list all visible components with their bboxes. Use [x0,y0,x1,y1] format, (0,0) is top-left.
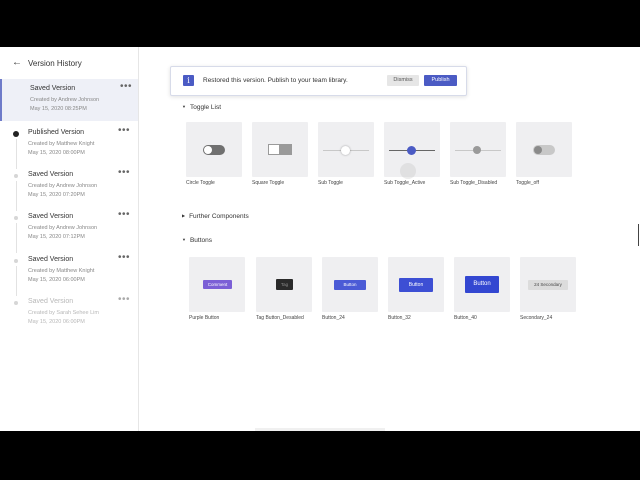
toggle-off-preview [533,145,555,155]
version-author: Created by Sarah Sehee Lim [28,310,99,316]
version-item[interactable]: Saved Version Created by Sarah Sehee Lim… [0,292,138,334]
version-dot-icon [14,301,18,305]
banner-message: Restored this version. Publish to your t… [203,77,348,84]
restore-banner: i Restored this version. Publish to your… [170,66,467,96]
secondary-24-preview: 24 Secondary [528,280,568,290]
scroll-indicator[interactable] [255,428,385,431]
version-history-sidebar: ← Version History Saved Version Created … [0,47,139,431]
slider-knob [473,146,481,154]
more-options-icon[interactable]: ••• [118,125,130,136]
version-date: May 15, 2020 08:25PM [30,106,87,112]
section-title: Buttons [189,237,213,244]
component-tile[interactable]: Button [322,257,378,312]
section-toggle-list[interactable]: ▼ Toggle List [182,104,221,111]
component-tile[interactable]: Button [454,257,510,312]
version-dot-icon [14,216,18,220]
version-item[interactable]: Published Version Created by Matthew Kni… [0,123,138,169]
more-options-icon[interactable]: ••• [118,252,130,263]
component-label: Circle Toggle [186,180,215,186]
version-date: May 15, 2020 07:20PM [28,192,85,198]
version-author: Created by Matthew Knight [28,268,95,274]
component-label: Square Toggle [252,180,285,186]
component-label: Button_24 [322,315,345,321]
version-date: May 15, 2020 08:00PM [28,150,85,156]
version-dot-icon [14,259,18,263]
component-tile[interactable] [384,122,440,179]
component-label: Sub Toggle [318,180,343,186]
dismiss-button[interactable]: Dismiss [387,75,419,86]
version-item[interactable]: Saved Version Created by Andrew Johnson … [0,207,138,253]
section-buttons[interactable]: ▼ Buttons [182,237,212,244]
comment-button-preview: Comment [203,280,232,289]
version-item[interactable]: Saved Version Created by Matthew Knight … [0,250,138,296]
version-author: Created by Andrew Johnson [30,97,100,103]
version-date: May 15, 2020 06:00PM [28,277,85,283]
component-label: Purple Button [189,315,220,321]
button-24-preview: Button [334,280,366,290]
component-tile[interactable]: Tag [256,257,312,312]
component-tile[interactable] [516,122,572,177]
version-author: Created by Andrew Johnson [28,183,98,189]
version-name: Saved Version [28,256,74,263]
main-canvas: i Restored this version. Publish to your… [139,47,640,431]
version-dot-icon [14,174,18,178]
version-date: May 15, 2020 07:12PM [28,234,85,240]
more-options-icon[interactable]: ••• [118,167,130,178]
caret-down-icon: ▼ [182,237,186,242]
button-40-preview: Button [465,276,499,293]
arrow-left-icon[interactable]: ← [12,57,22,68]
publish-button[interactable]: Publish [424,75,457,86]
component-tile[interactable] [450,122,506,177]
circle-toggle-preview [203,145,225,155]
more-options-icon[interactable]: ••• [118,209,130,220]
section-title: Further Components [189,213,249,220]
slider-knob [341,146,350,155]
component-label: Toggle_off [516,180,539,186]
component-label: Sub Toggle_Disabled [450,180,498,186]
square-toggle-preview [268,144,292,155]
component-label: Tag Button_Desabled [256,315,304,321]
button-32-preview: Button [399,278,433,292]
sidebar-title: Version History [28,59,82,68]
component-tile[interactable]: Comment [189,257,245,312]
caret-right-icon: ▶ [182,213,186,218]
app-screen: ← Version History Saved Version Created … [0,47,640,431]
version-name: Saved Version [28,298,74,305]
more-options-icon[interactable]: ••• [118,294,130,305]
published-dot-icon [13,131,19,137]
version-author: Created by Matthew Knight [28,141,95,147]
component-label: Button_32 [388,315,411,321]
version-date: May 15, 2020 06:00PM [28,319,85,325]
more-options-icon[interactable]: ••• [120,81,132,92]
component-tile[interactable] [252,122,308,177]
version-name: Published Version [28,129,85,136]
version-item[interactable]: Saved Version Created by Andrew Johnson … [0,165,138,211]
caret-down-icon: ▼ [182,104,186,109]
window-edge-marker [638,224,639,246]
version-author: Created by Andrew Johnson [28,225,98,231]
timeline-line [15,223,17,253]
version-name: Saved Version [30,85,76,92]
sidebar-header: ← Version History [0,47,138,80]
version-item[interactable]: Saved Version Created by Andrew Johnson … [0,79,138,121]
section-title: Toggle List [189,104,222,111]
component-tile[interactable] [186,122,242,177]
version-name: Saved Version [28,213,74,220]
section-further-components[interactable]: ▶ Further Components [182,213,249,220]
component-label: Secondary_24 [520,315,553,321]
tag-button-preview: Tag [276,279,293,290]
component-label: Sub Toggle_Active [384,180,426,186]
component-tile[interactable] [318,122,374,177]
version-name: Saved Version [28,171,74,178]
slider-knob [407,146,416,155]
info-icon: i [183,75,194,86]
component-label: Button_40 [454,315,477,321]
component-tile[interactable]: 24 Secondary [520,257,576,312]
component-tile[interactable]: Button [388,257,444,312]
cursor-highlight [400,163,416,179]
